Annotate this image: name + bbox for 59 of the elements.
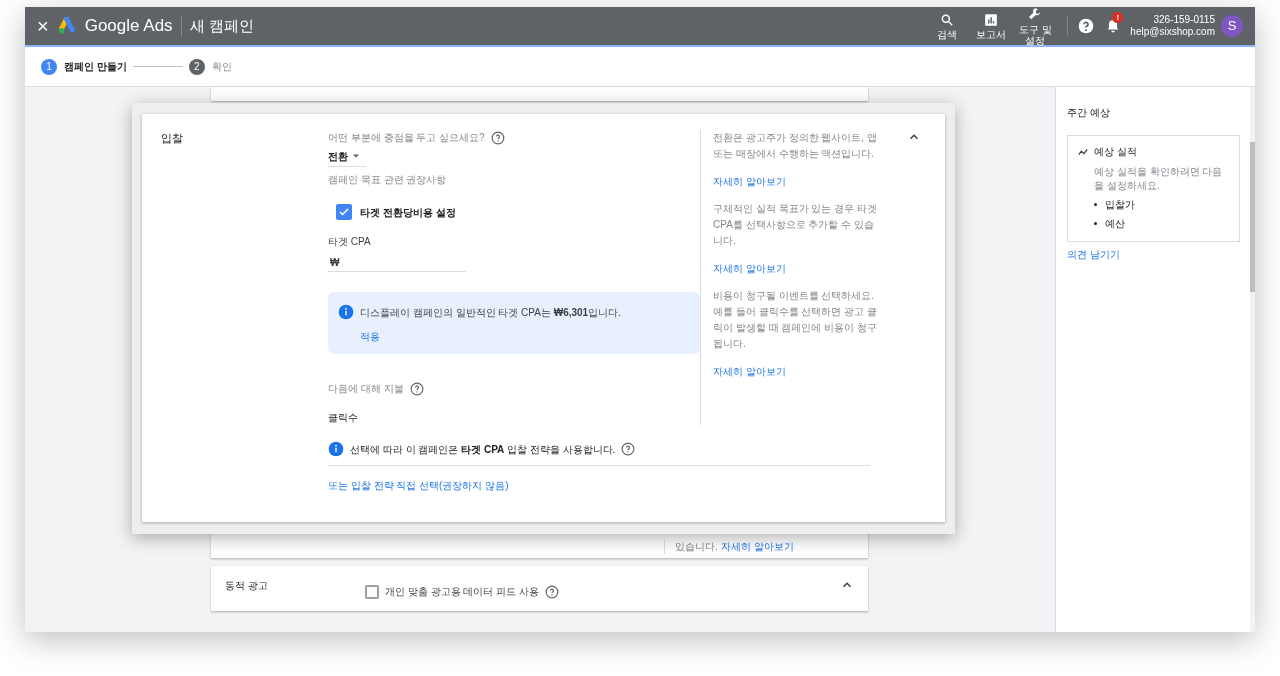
manual-strategy-link[interactable]: 또는 입찰 전략 직접 선택(권장하지 않음) [328, 478, 878, 493]
check-icon [338, 206, 350, 218]
info-text: 디스플레이 캠페인의 일반적인 타겟 CPA는 ₩6,301입니다. [360, 306, 621, 320]
target-cpa-field[interactable]: ₩ [328, 255, 466, 272]
pay-for-value: 클릭수 [328, 411, 358, 425]
bell-icon[interactable] [1106, 18, 1121, 34]
toolbar-button[interactable]: 보고서 [970, 12, 1013, 40]
bar-chart-icon [984, 12, 999, 27]
checkbox-label: 개인 맞춤 광고용 데이터 피드 사용 [385, 585, 539, 599]
account-phone: 326-159-0115 [1153, 14, 1215, 26]
step-label: 캠페인 만들기 [64, 60, 127, 74]
brand-name: Google Ads [84, 15, 173, 38]
page-title: 새 캠페인 [189, 15, 254, 36]
help-icon[interactable] [1078, 18, 1095, 34]
info-icon [328, 441, 344, 457]
step-number: 1 [41, 58, 57, 75]
caret-icon [352, 152, 360, 160]
help-text: 구체적인 실적 목표가 있는 경우 타겟 CPA를 선택사항으로 추가할 수 있습니다. [713, 202, 878, 248]
focus-dropdown[interactable]: 전환 [328, 149, 366, 167]
forecast-item: 예산 [1105, 217, 1125, 231]
help-icon[interactable] [544, 584, 559, 599]
help-icon[interactable] [409, 381, 424, 396]
strategy-note: 선택에 따라 이 캠페인은 타겟 CPA 입찰 전략을 사용합니다. [350, 442, 616, 457]
help-text: 있습니다. [675, 540, 718, 554]
close-button[interactable]: × [37, 16, 49, 36]
search-icon [940, 12, 955, 27]
help-text: 전환은 광고주가 정의한 웹사이트, 앱 또는 매장에서 수행하는 액션입니다. [713, 131, 878, 161]
section-title: 동적 광고 [225, 579, 269, 593]
scrollbar[interactable] [1250, 87, 1255, 632]
section-title: 입찰 [161, 131, 184, 146]
learn-more-link[interactable]: 자세히 알아보기 [713, 174, 883, 189]
help-text: 비용이 청구될 이벤트를 선택하세요. 예를 들어 클릭수를 선택하면 광고 클릭이 발생할 때 캠페인에 비용이 청구됩니다. [713, 289, 878, 351]
notification-badge: ! [1112, 12, 1124, 23]
recommendation-label: 캠페인 목표 관련 권장사항 [328, 173, 447, 187]
learn-more-link[interactable]: 자세히 알아보기 [713, 364, 883, 379]
info-icon [338, 304, 354, 320]
account-email: help@sixshop.com [1130, 26, 1215, 38]
step-number: 2 [188, 58, 205, 75]
feedback-link[interactable]: 의견 남기기 [1067, 247, 1120, 262]
checkbox[interactable] [365, 584, 379, 599]
checkbox[interactable] [336, 204, 352, 220]
checkbox-label: 타겟 전환당비용 설정 [360, 205, 456, 220]
step-label: 확인 [211, 60, 232, 74]
apply-link[interactable]: 적용 [360, 329, 621, 344]
avatar[interactable]: S [1221, 15, 1243, 37]
field-label: 타겟 CPA [328, 235, 371, 249]
toolbar-button[interactable]: 검색 [926, 12, 969, 40]
toolbar-button[interactable]: 도구 및 설정 [1014, 7, 1057, 46]
question-label: 어떤 부분에 중점을 두고 싶으세요? [328, 131, 485, 145]
forecast-item: 입찰가 [1105, 198, 1135, 212]
learn-more-link[interactable]: 자세히 알아보기 [713, 261, 883, 276]
trend-icon [1078, 147, 1088, 156]
forecast-title: 주간 예상 [1067, 106, 1110, 120]
learn-more-link[interactable]: 자세히 알아보기 [720, 539, 794, 554]
forecast-description: 예상 실적을 확인하려면 다음을 설정하세요. [1094, 165, 1224, 193]
help-icon[interactable] [490, 130, 505, 145]
card-title: 예상 실적 [1094, 145, 1137, 159]
help-icon[interactable] [621, 442, 636, 456]
pay-for-label: 다음에 대해 지불 [328, 382, 404, 396]
